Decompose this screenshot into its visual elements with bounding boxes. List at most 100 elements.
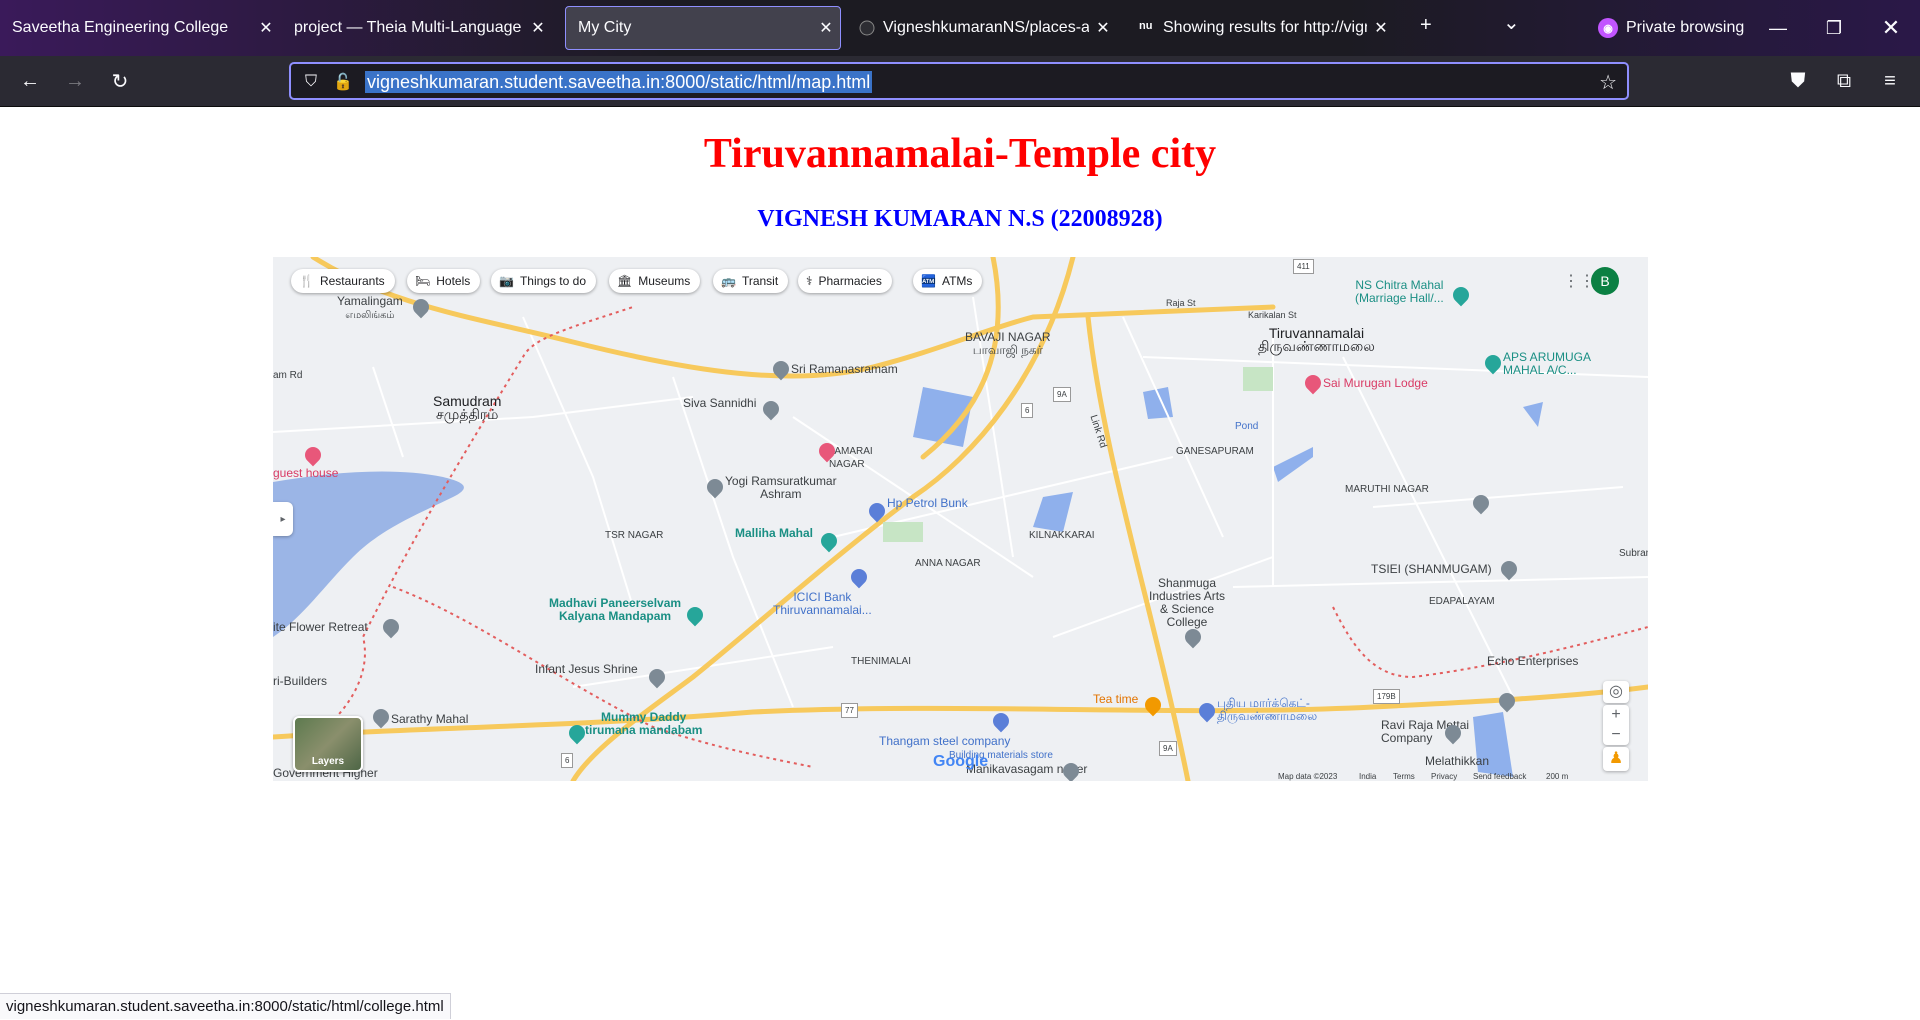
zoom-out-button[interactable]: − (1603, 725, 1629, 745)
map-data-attribution: Map data ©2023 (1278, 772, 1338, 781)
extensions-icon[interactable]: ⧉ (1831, 68, 1857, 94)
place-ns-chitra-mahal[interactable]: NS Chitra Mahal (Marriage Hall/... (1355, 279, 1444, 305)
private-mask-icon: ◉ (1598, 18, 1618, 38)
place-new-market[interactable]: புதிய மார்க்கெட்- திருவண்ணாமலை (1217, 697, 1317, 723)
back-button[interactable]: ← (17, 68, 43, 94)
layers-label: Layers (311, 756, 345, 767)
close-icon[interactable]: ✕ (1367, 18, 1395, 38)
restore-button[interactable]: ❐ (1814, 8, 1854, 48)
place-subram[interactable]: Subram (1619, 547, 1648, 560)
place-edapalayam[interactable]: EDAPALAYAM (1429, 595, 1495, 608)
url-text[interactable]: vigneshkumaran.student.saveetha.in:8000/… (365, 71, 873, 93)
place-label-tamil: எமலிங்கம் (345, 310, 395, 321)
chip-museums[interactable]: 🏛 Museums (609, 269, 701, 293)
tab-title: VigneshkumaranNS/places-arou (883, 19, 1089, 36)
place-kilnakkarai[interactable]: KILNAKKARAI (1029, 529, 1095, 542)
chip-hotels[interactable]: 🛏 Hotels (407, 269, 481, 293)
tab-title: My City (578, 19, 632, 36)
shield-icon[interactable]: ⛉ (301, 72, 321, 92)
pocket-icon[interactable]: ⛊ (1785, 68, 1811, 94)
place-melathikkan[interactable]: Melathikkan (1425, 755, 1489, 768)
place-tea-time[interactable]: Tea time (1093, 693, 1138, 706)
park-area (1243, 367, 1273, 391)
tab-search-results[interactable]: nu Showing results for http://vigne ✕ (1127, 6, 1395, 50)
place-yamalingam[interactable]: Yamalingam எமலிங்கம் (337, 295, 403, 322)
bookmark-star-icon[interactable]: ☆ (1599, 70, 1617, 95)
place-malliha-mahal[interactable]: Malliha Mahal (735, 527, 813, 540)
expand-panel-button[interactable]: ▸ (273, 502, 293, 536)
chip-transit[interactable]: 🚌 Transit (713, 269, 789, 293)
close-window-button[interactable]: ✕ (1871, 8, 1911, 48)
place-yogi-ashram[interactable]: Yogi Ramsuratkumar Ashram (725, 475, 837, 501)
place-white-flower-retreat[interactable]: ite Flower Retreat (273, 621, 368, 634)
place-icici-bank[interactable]: ICICI Bank Thiruvannamalai... (773, 591, 872, 617)
address-bar[interactable]: ⛉ 🔓 vigneshkumaran.student.saveetha.in:8… (289, 62, 1629, 100)
road-label: Raja St (1166, 298, 1196, 308)
lock-icon[interactable]: 🔓 (333, 72, 353, 92)
bus-icon: 🚌 (721, 274, 736, 288)
museum-icon: 🏛 (617, 274, 633, 288)
chip-restaurants[interactable]: 🍴 Restaurants (291, 269, 395, 293)
street-view-pegman-icon[interactable]: ♟ (1603, 747, 1629, 771)
map-feedback-link[interactable]: Send feedback (1473, 772, 1526, 781)
place-maruthi-nagar[interactable]: MARUTHI NAGAR (1345, 483, 1429, 496)
tab-my-city[interactable]: My City ✕ (565, 6, 841, 50)
place-tsr-nagar[interactable]: TSR NAGAR (605, 529, 663, 542)
close-icon[interactable]: ✕ (252, 18, 280, 38)
road-shield: 6 (561, 753, 574, 768)
tab-saveetha[interactable]: Saveetha Engineering College ✕ (0, 6, 280, 50)
lake-shape (273, 471, 464, 637)
chip-things-to-do[interactable]: 📷 Things to do (491, 269, 596, 293)
place-thangam-steel[interactable]: Thangam steel company (879, 735, 1010, 748)
chip-pharmacies[interactable]: ⚕ Pharmacies (798, 269, 892, 293)
minimize-button[interactable]: — (1758, 8, 1798, 48)
new-tab-button[interactable]: + (1420, 14, 1432, 37)
water-body (1273, 447, 1313, 482)
place-bavaji-nagar[interactable]: BAVAJI NAGAR பாவாஜி நகர் (965, 331, 1051, 357)
embedded-map[interactable]: 🍴 Restaurants 🛏 Hotels 📷 Things to do 🏛 Muse… (273, 257, 1648, 781)
zoom-controls[interactable]: + − (1603, 705, 1629, 745)
close-icon[interactable]: ✕ (1089, 18, 1117, 38)
map-scale[interactable]: 200 m (1546, 772, 1596, 781)
pharmacy-icon: ⚕ (806, 274, 813, 288)
place-guest-house[interactable]: guest house (273, 467, 338, 480)
place-hp-petrol-bunk[interactable]: Hp Petrol Bunk (887, 497, 968, 510)
tab-theia[interactable]: project — Theia Multi-Language Ex ✕ (282, 6, 552, 50)
place-anna-nagar[interactable]: ANNA NAGAR (915, 557, 981, 570)
map-region-link[interactable]: India (1359, 772, 1376, 781)
zoom-in-button[interactable]: + (1603, 705, 1629, 725)
place-samudram[interactable]: Samudram சமுத்திரம் (433, 394, 501, 421)
tab-list-button[interactable]: ⌄ (1503, 10, 1520, 35)
close-icon[interactable]: ✕ (524, 18, 552, 38)
map-terms-link[interactable]: Terms (1393, 772, 1415, 781)
place-mummy-daddy-mandabam[interactable]: Mummy Daddy tirumana mandabam (585, 711, 702, 737)
map-privacy-link[interactable]: Privacy (1431, 772, 1457, 781)
avatar[interactable]: B (1591, 267, 1619, 295)
place-siva-sannidhi[interactable]: Siva Sannidhi (683, 397, 756, 410)
place-aps-arumuga[interactable]: APS ARUMUGA MAHAL A/C... (1503, 351, 1591, 377)
menu-icon[interactable]: ≡ (1877, 68, 1903, 94)
place-sai-murugan-lodge[interactable]: Sai Murugan Lodge (1323, 377, 1428, 390)
my-location-button[interactable]: ◎ (1603, 681, 1629, 703)
place-infant-jesus-shrine[interactable]: Infant Jesus Shrine (535, 663, 638, 676)
map-canvas[interactable] (273, 257, 1648, 781)
place-ganesapuram[interactable]: GANESAPURAM (1176, 445, 1254, 458)
place-thenimalai[interactable]: THENIMALAI (851, 655, 911, 668)
place-tiruvannamalai[interactable]: Tiruvannamalai திருவண்ணாமலை (1258, 326, 1375, 353)
private-browsing-label: Private browsing (1626, 19, 1745, 36)
layers-button[interactable]: Layers (293, 716, 363, 772)
place-sarathy-mahal[interactable]: Sarathy Mahal (391, 713, 468, 726)
place-madhavi-mandapam[interactable]: Madhavi Paneerselvam Kalyana Mandapam (549, 597, 681, 623)
road-shield: 9A (1053, 387, 1071, 402)
close-icon[interactable]: ✕ (812, 18, 840, 38)
place-builders[interactable]: ri-Builders (273, 675, 327, 688)
place-shanmuga-college[interactable]: Shanmuga Industries Arts & Science Colle… (1149, 577, 1225, 629)
place-tsiei[interactable]: TSIEI (SHANMUGAM) (1371, 563, 1492, 576)
forward-button[interactable]: → (62, 68, 88, 94)
reload-button[interactable]: ↻ (107, 68, 133, 94)
place-label: BAVAJI NAGAR (965, 330, 1051, 344)
tab-github[interactable]: VigneshkumaranNS/places-arou ✕ (847, 6, 1117, 50)
chip-atms[interactable]: 🏧 ATMs (913, 269, 983, 293)
place-echo-enterprises[interactable]: Echo Enterprises (1487, 655, 1578, 668)
place-sri-ramanasramam[interactable]: Sri Ramanasramam (791, 363, 898, 376)
